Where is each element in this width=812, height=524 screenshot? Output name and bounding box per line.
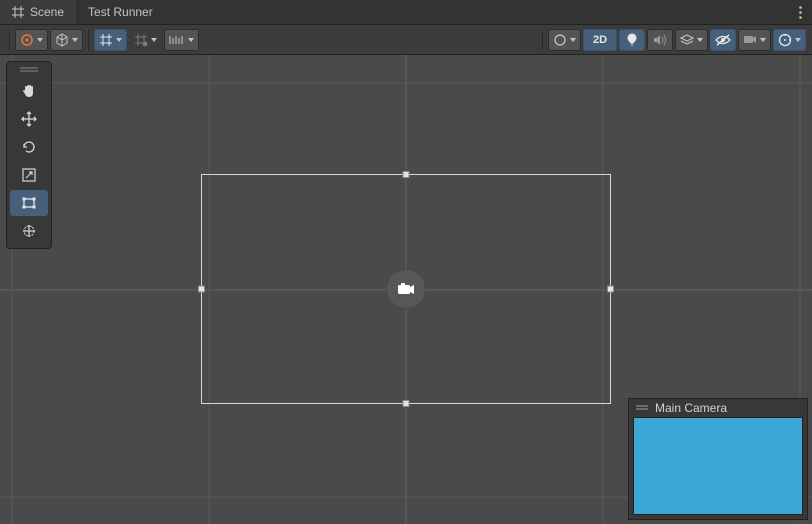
resize-handle-e[interactable] [607, 286, 614, 293]
shading-mode-button[interactable] [15, 29, 48, 51]
camera-preview-title: Main Camera [655, 401, 727, 415]
gizmos-toggle-button[interactable] [773, 29, 806, 51]
chevron-down-icon [72, 38, 78, 42]
chevron-down-icon [116, 38, 122, 42]
eye-off-icon [715, 34, 731, 46]
increment-snap-button[interactable] [164, 29, 199, 51]
transform-icon [21, 223, 37, 239]
tab-scene-label: Scene [30, 5, 64, 19]
camera-gizmo[interactable] [386, 269, 426, 309]
rotate-icon [21, 139, 37, 155]
chevron-down-icon [188, 38, 194, 42]
gizmo-icon [778, 33, 792, 47]
chevron-down-icon [151, 38, 157, 42]
tool-palette [6, 61, 52, 249]
chevron-down-icon [570, 38, 576, 42]
chevron-down-icon [697, 38, 703, 42]
grid-icon [12, 6, 24, 18]
drag-handle-icon [635, 404, 649, 412]
visibility-toggle-button[interactable] [710, 29, 736, 51]
camera-settings-button[interactable] [738, 29, 771, 51]
resize-handle-n[interactable] [403, 171, 410, 178]
grid-snap-button[interactable] [94, 29, 127, 51]
layers-icon [680, 34, 694, 46]
transform-tool-button[interactable] [10, 218, 48, 244]
drag-handle-icon[interactable] [18, 66, 40, 74]
resize-handle-s[interactable] [403, 400, 410, 407]
resize-handle-w[interactable] [198, 286, 205, 293]
debug-draw-button[interactable] [548, 29, 581, 51]
tab-bar: Scene Test Runner [0, 0, 812, 25]
snap-settings-button[interactable] [129, 29, 162, 51]
lighting-toggle-button[interactable] [619, 29, 645, 51]
effects-toggle-button[interactable] [675, 29, 708, 51]
scene-toolbar: 2D [0, 25, 812, 55]
tab-test-runner-label: Test Runner [88, 5, 153, 19]
circle-icon [553, 33, 567, 47]
2d-label: 2D [593, 34, 607, 46]
move-tool-button[interactable] [10, 106, 48, 132]
draw-mode-button[interactable] [50, 29, 83, 51]
audio-toggle-button[interactable] [647, 29, 673, 51]
2d-toggle-button[interactable]: 2D [583, 29, 617, 51]
grid-snap-icon [99, 33, 113, 47]
hand-tool-button[interactable] [10, 78, 48, 104]
rotate-tool-button[interactable] [10, 134, 48, 160]
rect-tool-icon [21, 195, 37, 211]
chevron-down-icon [760, 38, 766, 42]
ruler-icon [169, 34, 185, 46]
tab-test-runner[interactable]: Test Runner [76, 0, 165, 24]
camera-preview-header[interactable]: Main Camera [629, 399, 807, 417]
scale-icon [21, 167, 37, 183]
scene-viewport[interactable]: Main Camera [0, 55, 812, 524]
snap-icon [134, 33, 148, 47]
scale-tool-button[interactable] [10, 162, 48, 188]
chevron-down-icon [37, 38, 43, 42]
camera-gizmo-icon [397, 282, 415, 296]
hand-icon [21, 83, 37, 99]
camera-icon [743, 34, 757, 45]
tab-scene[interactable]: Scene [0, 0, 76, 24]
rect-tool-button[interactable] [10, 190, 48, 216]
kebab-icon [799, 6, 802, 19]
camera-preview-viewport [633, 417, 803, 515]
camera-preview-panel: Main Camera [628, 398, 808, 520]
audio-icon [653, 34, 667, 46]
cube-icon [55, 33, 69, 47]
chevron-down-icon [795, 38, 801, 42]
target-icon [20, 33, 34, 47]
lightbulb-icon [626, 33, 638, 47]
tab-options-button[interactable] [788, 0, 812, 24]
move-icon [21, 111, 37, 127]
